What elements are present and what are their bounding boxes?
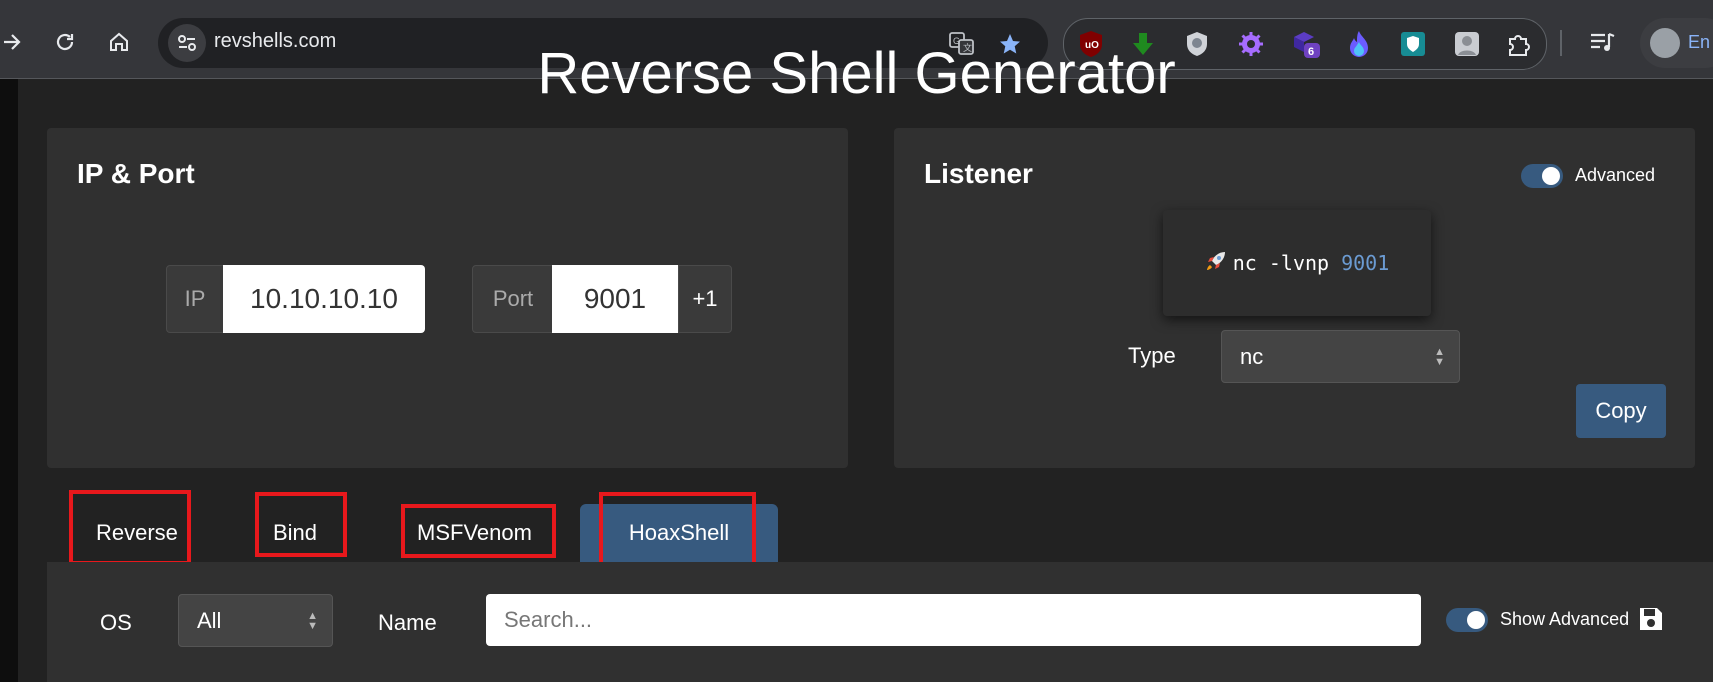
listener-type-select[interactable]: nc ▲ ▼ bbox=[1221, 330, 1460, 383]
os-select-value: All bbox=[197, 607, 222, 633]
ip-port-title: IP & Port bbox=[77, 158, 195, 189]
listener-title: Listener bbox=[924, 158, 1033, 189]
select-arrows-icon: ▲ ▼ bbox=[1434, 345, 1445, 368]
os-select[interactable]: All ▲ ▼ bbox=[178, 594, 333, 647]
highlight-box-hoaxshell bbox=[599, 492, 756, 571]
show-advanced-label: Show Advanced bbox=[1500, 609, 1630, 629]
highlight-box-bind bbox=[255, 492, 347, 557]
type-label: Type bbox=[1128, 343, 1176, 368]
command-text: nc -lvnp bbox=[1232, 251, 1330, 275]
show-advanced-toggle[interactable] bbox=[1446, 608, 1488, 632]
highlight-box-reverse bbox=[69, 490, 191, 565]
listener-command: nc -lvnp 9001 bbox=[1163, 210, 1431, 316]
os-label: OS bbox=[100, 610, 132, 635]
ip-label: IP bbox=[166, 265, 224, 333]
advanced-toggle[interactable] bbox=[1521, 164, 1563, 188]
port-increment-button[interactable]: +1 bbox=[678, 265, 732, 333]
save-icon[interactable] bbox=[1638, 606, 1664, 632]
port-label: Port bbox=[472, 265, 554, 333]
ip-input[interactable] bbox=[223, 265, 425, 333]
left-edge-strip bbox=[0, 79, 18, 682]
search-input[interactable] bbox=[486, 594, 1421, 646]
command-port: 9001 bbox=[1341, 251, 1390, 275]
highlight-box-msfvenom bbox=[401, 504, 556, 558]
advanced-label: Advanced bbox=[1575, 165, 1656, 185]
rocket-icon bbox=[1205, 250, 1227, 277]
port-input[interactable] bbox=[552, 265, 678, 333]
copy-button[interactable]: Copy bbox=[1576, 384, 1666, 438]
name-label: Name bbox=[378, 610, 437, 635]
listener-type-value: nc bbox=[1240, 343, 1264, 369]
select-arrows-icon: ▲ ▼ bbox=[307, 609, 318, 632]
